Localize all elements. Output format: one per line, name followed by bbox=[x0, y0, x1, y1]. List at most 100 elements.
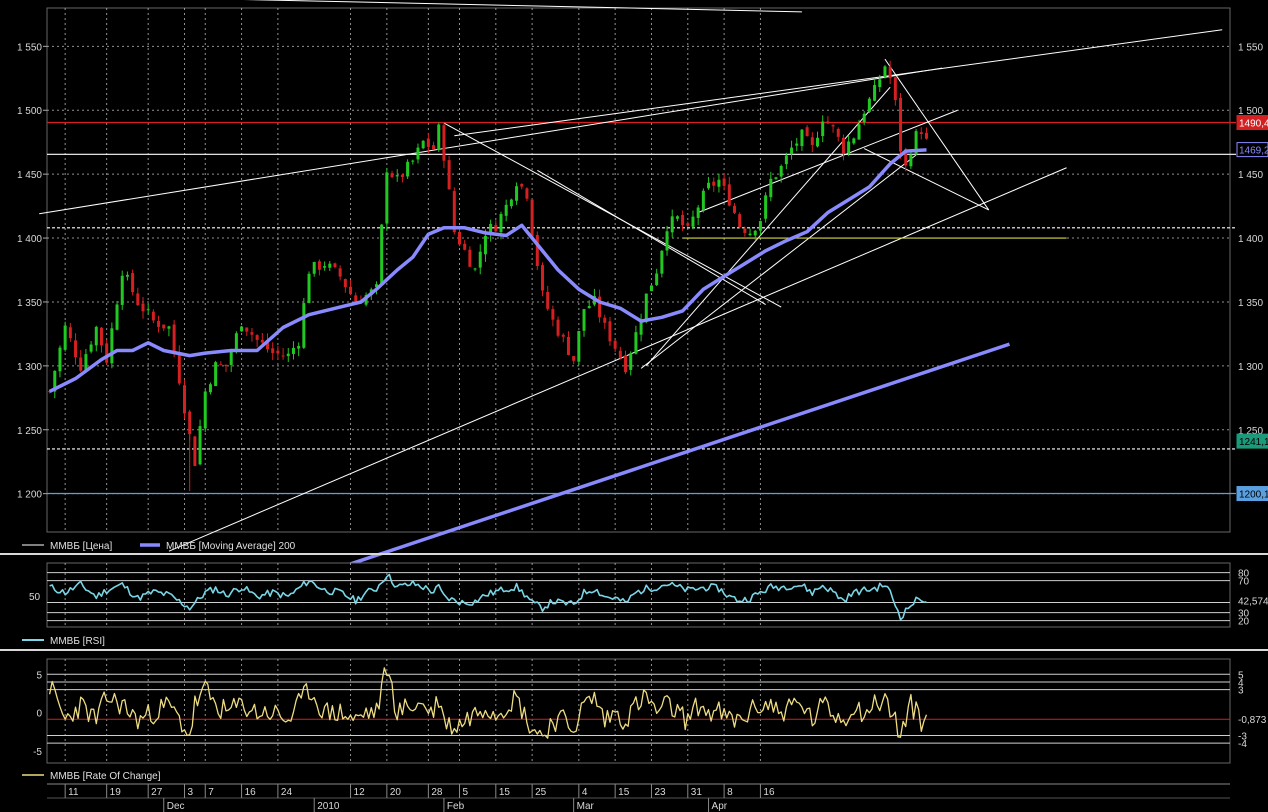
candle-body bbox=[94, 326, 98, 346]
candle-body bbox=[790, 147, 794, 155]
candle-body bbox=[670, 216, 674, 233]
candle-body bbox=[105, 343, 109, 363]
price-tick-left: 1 200 bbox=[17, 490, 42, 501]
rsi-tick-50: 50 bbox=[29, 592, 41, 603]
candle-body bbox=[831, 125, 835, 127]
candle-body bbox=[686, 223, 690, 226]
candle-body bbox=[343, 279, 347, 288]
day-tick-label: 27 bbox=[151, 787, 163, 798]
candle-body bbox=[561, 334, 565, 337]
candle-body bbox=[286, 353, 290, 357]
candle-body bbox=[758, 221, 762, 231]
candle-body bbox=[224, 364, 228, 367]
candle-body bbox=[276, 350, 280, 354]
candle-body bbox=[291, 347, 295, 354]
candle-body bbox=[696, 207, 700, 218]
candle-body bbox=[515, 186, 519, 201]
price-tag-label: 1490,4 bbox=[1239, 119, 1268, 130]
candle-body bbox=[603, 317, 607, 323]
roc-panel[interactable]: 50-5 543-3-4-0,873 ММВБ [Rate Of Change] bbox=[22, 658, 1267, 782]
price-tick-left: 1 550 bbox=[17, 42, 42, 53]
candle-body bbox=[271, 348, 275, 354]
candle-body bbox=[457, 232, 461, 245]
roc-legend-label: ММВБ [Rate Of Change] bbox=[50, 771, 161, 782]
candle-body bbox=[867, 98, 871, 112]
candle-body bbox=[74, 340, 78, 358]
candle-body bbox=[229, 351, 233, 365]
candle-body bbox=[644, 293, 648, 322]
candle-body bbox=[203, 391, 207, 429]
day-tick-label: 16 bbox=[245, 787, 257, 798]
candle-body bbox=[841, 137, 845, 154]
roc-tick-right: 3 bbox=[1238, 686, 1244, 697]
candle-body bbox=[115, 304, 119, 330]
candle-body bbox=[546, 291, 550, 309]
candle-body bbox=[416, 147, 420, 160]
candle-body bbox=[707, 182, 711, 189]
candle-body bbox=[919, 132, 923, 135]
candle-body bbox=[541, 265, 545, 291]
roc-tick-left: 5 bbox=[36, 670, 42, 681]
day-tick-label: 28 bbox=[431, 787, 443, 798]
candle-body bbox=[504, 204, 508, 216]
candle-body bbox=[157, 320, 161, 327]
candle-body bbox=[99, 327, 103, 346]
candle-body bbox=[63, 325, 67, 350]
candle-body bbox=[131, 273, 135, 293]
day-tick-label: 5 bbox=[462, 787, 468, 798]
candle-body bbox=[608, 321, 612, 342]
day-tick-label: 7 bbox=[208, 787, 214, 798]
price-axis-right: 1 5501 5001 4501 4001 3501 3001 2501 200 bbox=[1238, 42, 1263, 500]
candle-body bbox=[847, 141, 851, 154]
roc-tick-left: 0 bbox=[36, 709, 42, 720]
candle-body bbox=[862, 113, 866, 123]
candle-body bbox=[732, 205, 736, 213]
candle-body bbox=[162, 324, 166, 329]
candle-body bbox=[873, 85, 877, 101]
rsi-legend: ММВБ [RSI] bbox=[22, 636, 105, 647]
candle-body bbox=[58, 347, 62, 372]
day-tick-label: 3 bbox=[187, 787, 193, 798]
price-tick-left: 1 300 bbox=[17, 362, 42, 373]
candle-body bbox=[748, 233, 752, 235]
roc-tick-right: -4 bbox=[1238, 739, 1247, 750]
price-tick-left: 1 500 bbox=[17, 106, 42, 117]
candle-body bbox=[255, 335, 259, 340]
candle-body bbox=[193, 436, 197, 466]
candle-body bbox=[421, 140, 425, 149]
price-panel[interactable]: 1 550 1 500 1 450 1 400 1 350 1 300 1 250 1 200… bbox=[17, 0, 1268, 566]
candle-body bbox=[613, 340, 617, 349]
candle-body bbox=[717, 179, 721, 187]
candle-body bbox=[141, 303, 145, 312]
candle-body bbox=[893, 77, 897, 101]
candle-body bbox=[816, 137, 820, 147]
price-tick-right: 1 350 bbox=[1238, 298, 1263, 309]
candle-body bbox=[68, 327, 72, 339]
candle-body bbox=[556, 319, 560, 336]
price-tick-right: 1 300 bbox=[1238, 362, 1263, 373]
rsi-panel[interactable]: 50 8070302042,574 ММВБ [RSI] bbox=[22, 562, 1268, 647]
candle-body bbox=[250, 332, 254, 335]
candle-body bbox=[795, 143, 799, 146]
chart-canvas: 1 550 1 500 1 450 1 400 1 350 1 300 1 250 1 200… bbox=[0, 0, 1268, 812]
price-tag-label: 1200,1 bbox=[1239, 490, 1268, 501]
date-axis[interactable]: 11 19 27 3 7 16 24 12 20 28 5 15 25 4 15 23 31 8 16 Dec 201… bbox=[0, 783, 1268, 812]
candle-body bbox=[800, 129, 804, 147]
candle-body bbox=[691, 216, 695, 227]
candle-body bbox=[509, 199, 513, 207]
candle-body bbox=[452, 191, 456, 233]
candle-body bbox=[400, 174, 404, 178]
roc-tick-left: -5 bbox=[33, 747, 42, 758]
roc-last-value: -0,873 bbox=[1238, 715, 1267, 726]
price-tag-label: 1469,2 bbox=[1239, 146, 1268, 157]
candle-body bbox=[738, 214, 742, 228]
candle-body bbox=[649, 285, 653, 292]
candle-body bbox=[774, 177, 778, 179]
candle-body bbox=[317, 261, 321, 270]
candle-body bbox=[395, 175, 399, 177]
candle-body bbox=[177, 352, 181, 384]
day-tick-label: 16 bbox=[763, 787, 775, 798]
candle-body bbox=[924, 132, 928, 139]
candle-body bbox=[566, 336, 570, 355]
candle-body bbox=[234, 333, 238, 351]
